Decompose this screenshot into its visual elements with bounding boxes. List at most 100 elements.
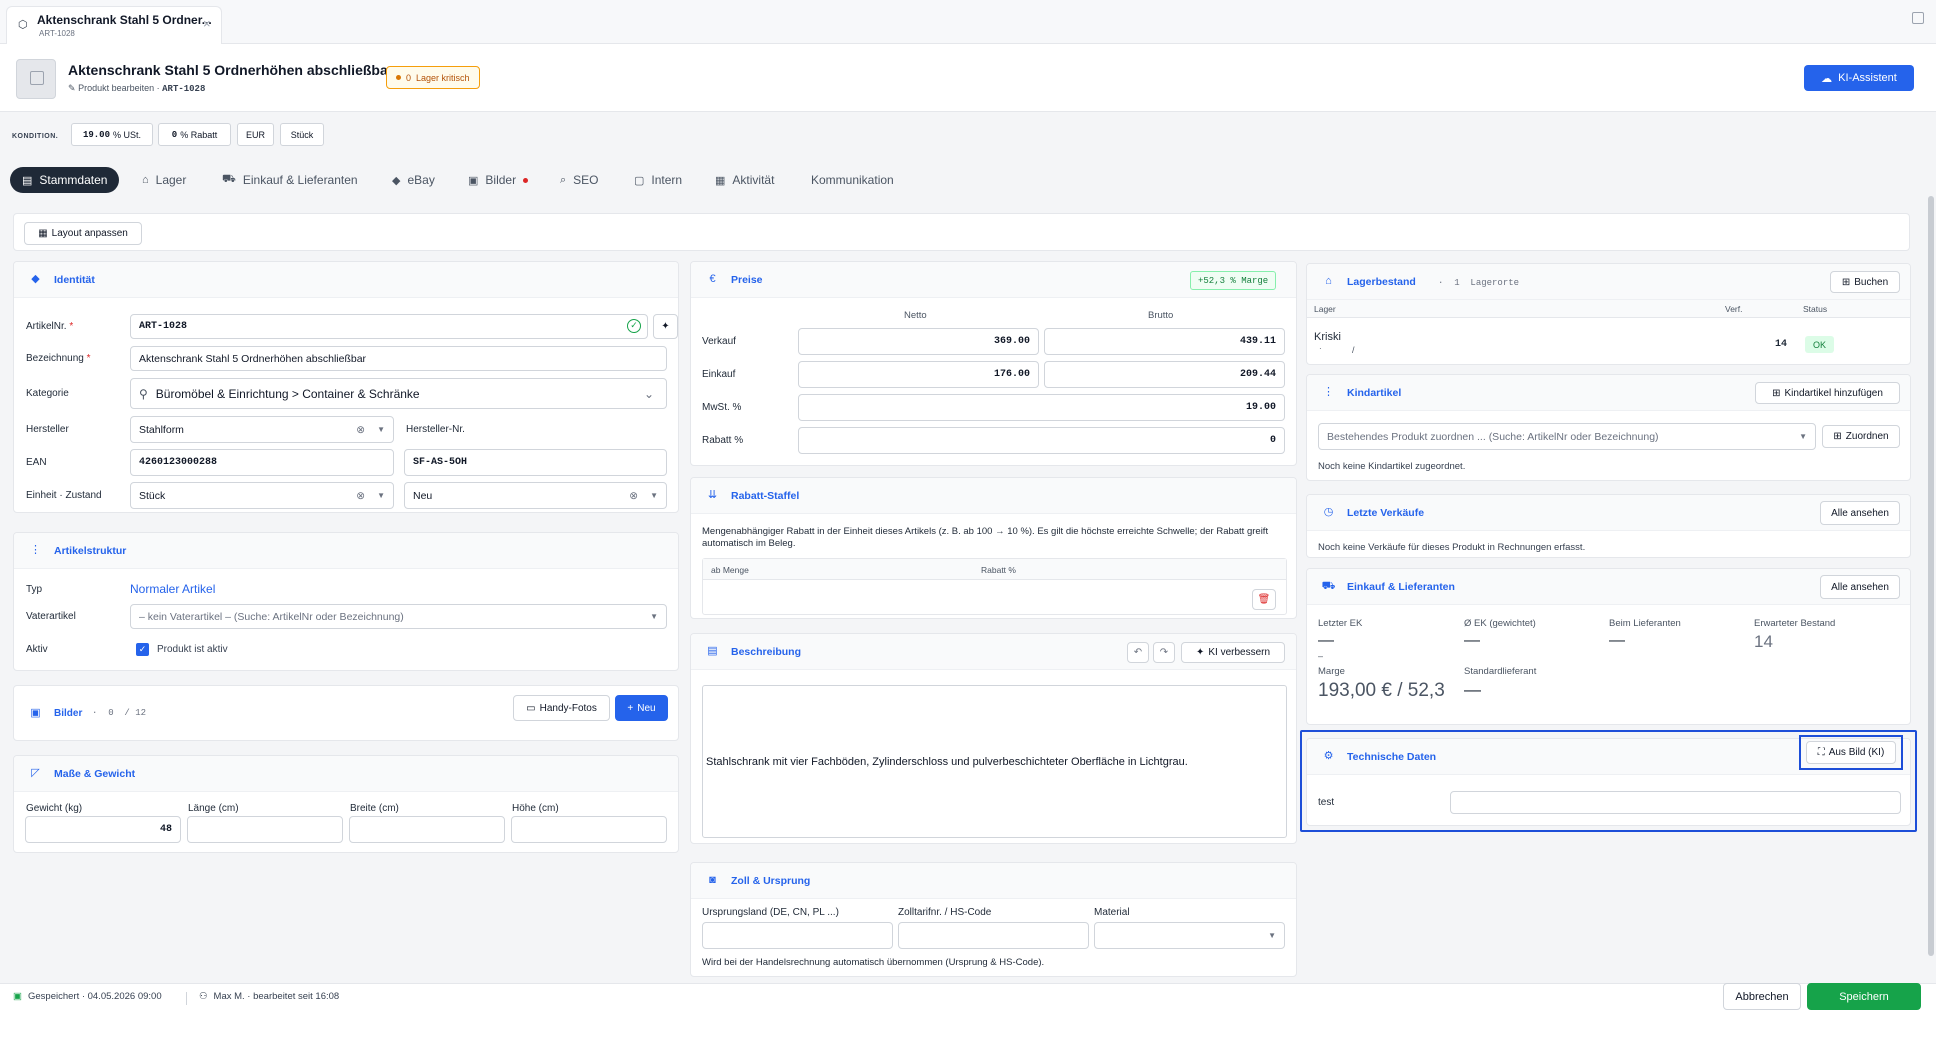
masse-card: ◸ Maße & Gewicht Gewicht (kg) Länge (cm)… <box>13 755 679 853</box>
hersteller-value: Stahlform <box>139 423 184 436</box>
lager-row-name[interactable]: Kriski <box>1314 331 1341 343</box>
kindartikel-hinzufuegen-button[interactable]: ⊞ Kindartikel hinzufügen <box>1755 382 1900 404</box>
tab-aktivitaet[interactable]: ▦ Aktivität <box>715 167 774 193</box>
artikelnr-input[interactable]: ART-1028 <box>130 314 648 339</box>
gear-icon: ⚙ <box>1323 750 1334 762</box>
warning-dot-icon <box>396 75 401 80</box>
cancel-button[interactable]: Abbrechen <box>1723 983 1801 1010</box>
ean-input[interactable]: 4260123000288 <box>130 449 394 476</box>
verkaeufe-alle-button[interactable]: Alle ansehen <box>1820 501 1900 525</box>
lagerorte-count-value: 1 <box>1454 278 1460 288</box>
bild-neu-label: Neu <box>637 702 656 714</box>
handy-fotos-button[interactable]: ▭ Handy-Fotos <box>513 695 610 721</box>
ust-unit: % USt. <box>113 129 142 140</box>
artikelnr-value: ART-1028 <box>139 321 188 332</box>
clear-icon[interactable]: ⊗ <box>356 424 365 436</box>
typ-label: Typ <box>26 584 43 595</box>
scrollbar-thumb[interactable] <box>1928 196 1934 956</box>
vaterartikel-select[interactable]: – kein Vaterartikel – (Suche: ArtikelNr … <box>130 604 667 629</box>
ki-verbessern-button[interactable]: ✦ KI verbessern <box>1181 642 1285 663</box>
bild-neu-button[interactable]: + Neu <box>615 695 668 721</box>
ki-assistant-button[interactable]: ☁ KI-Assistent <box>1804 65 1914 91</box>
file-icon: ▢ <box>634 174 645 187</box>
window-restore-icon[interactable] <box>1912 12 1924 24</box>
rabatt-input[interactable]: 0 <box>798 427 1285 454</box>
zuordnen-button[interactable]: ⊞ Zuordnen <box>1822 425 1900 448</box>
marge-badge: +52,3 % Marge <box>1190 271 1277 290</box>
tab-stammdaten[interactable]: ▤ Stammdaten <box>10 167 120 193</box>
hersteller-select[interactable]: Stahlform ⊗ ▼ <box>130 416 394 443</box>
einkauf-netto-input[interactable]: 176.00 <box>798 361 1039 388</box>
ek-gewichtet-label: Ø EK (gewichtet) <box>1464 618 1536 629</box>
tab-seo[interactable]: ⌕ SEO <box>560 167 599 193</box>
zolltarif-input[interactable] <box>898 922 1089 949</box>
activity-icon: ▦ <box>715 174 726 187</box>
phone-icon: ▭ <box>526 702 536 714</box>
herstellernr-input[interactable]: SF-AS-5OH <box>404 449 667 476</box>
tab-ebay[interactable]: ◆ eBay <box>392 167 435 193</box>
cube-icon: ⬡ <box>18 19 28 31</box>
clear-icon[interactable]: ⊗ <box>629 490 638 502</box>
save-button[interactable]: Speichern <box>1807 983 1921 1010</box>
layout-anpassen-button[interactable]: ▦ Layout anpassen <box>24 222 142 245</box>
ust-chip[interactable]: 19.00% USt. <box>71 123 153 146</box>
dropdown-arrow-icon: ▼ <box>650 612 658 621</box>
redo-button[interactable]: ↷ <box>1153 642 1175 663</box>
lagerorte-count: · 1 Lagerorte <box>1438 278 1520 288</box>
bilder-count: · 0 / 12 <box>92 708 147 718</box>
product-thumbnail[interactable] <box>16 59 56 99</box>
beschreibung-editor[interactable]: Stahlschrank mit vier Fachböden, Zylinde… <box>702 685 1287 838</box>
plus-box-icon: ⊞ <box>1841 276 1851 288</box>
close-icon[interactable]: × <box>203 16 211 31</box>
kindartikel-search-select[interactable]: Bestehendes Produkt zuordnen ... (Suche:… <box>1318 423 1816 450</box>
bilder-max-value: 12 <box>135 708 147 718</box>
verkauf-netto-input[interactable]: 369.00 <box>798 328 1039 355</box>
breite-label: Breite (cm) <box>350 803 399 814</box>
currency-chip[interactable]: EUR <box>237 123 274 146</box>
zoll-title: Zoll & Ursprung <box>731 875 811 887</box>
rabatt-chip[interactable]: 0% Rabatt <box>158 123 231 146</box>
clear-icon[interactable]: ⊗ <box>356 490 365 502</box>
document-tab[interactable]: ⬡ Aktenschrank Stahl 5 Ordner... ART-102… <box>6 6 222 44</box>
verkauf-brutto-input[interactable]: 439.11 <box>1044 328 1285 355</box>
einheit-select[interactable]: Stück ⊗ ▼ <box>130 482 394 509</box>
tab-bilder[interactable]: ▣ Bilder <box>468 167 529 193</box>
erwarteter-bestand-value: 14 <box>1754 632 1773 651</box>
tab-intern[interactable]: ▢ Intern <box>634 167 682 193</box>
typ-value-link[interactable]: Normaler Artikel <box>130 582 215 596</box>
page-title: Aktenschrank Stahl 5 Ordnerhöhen abschli… <box>68 62 394 78</box>
laenge-input[interactable] <box>187 816 343 843</box>
vaterartikel-placeholder: – kein Vaterartikel – (Suche: ArtikelNr … <box>139 610 404 623</box>
tab-kommunikation[interactable]: Kommunikation <box>811 167 894 193</box>
generate-artikelnr-button[interactable]: ✦ <box>653 314 678 339</box>
zustand-select[interactable]: Neu ⊗ ▼ <box>404 482 667 509</box>
redo-icon: ↷ <box>1159 647 1169 658</box>
unit-chip[interactable]: Stück <box>280 123 324 146</box>
aus-bild-ki-button[interactable]: ⛶ Aus Bild (KI) <box>1806 741 1896 764</box>
ust-value: 19.00 <box>82 129 110 140</box>
aktiv-checkbox[interactable]: ✓ <box>136 643 149 656</box>
einkauf-alle-button[interactable]: Alle ansehen <box>1820 575 1900 599</box>
footer-divider <box>186 992 187 1005</box>
delete-row-button[interactable]: 🗑 <box>1252 589 1276 610</box>
layout-icon: ▦ <box>38 228 48 239</box>
buchen-button[interactable]: ⊞ Buchen <box>1830 271 1900 293</box>
material-select[interactable]: ▼ <box>1094 922 1285 949</box>
hoehe-input[interactable] <box>511 816 667 843</box>
kategorie-select[interactable]: ⚲ Büromöbel & Einrichtung > Container & S… <box>130 378 667 409</box>
bezeichnung-input[interactable]: Aktenschrank Stahl 5 Ordnerhöhen abschli… <box>130 346 667 371</box>
einkauf-label: Einkauf <box>702 369 736 380</box>
tech-row-value-input[interactable] <box>1450 791 1901 814</box>
dropdown-arrow-icon: ▼ <box>377 491 385 500</box>
gewicht-input[interactable]: 48 <box>25 816 181 843</box>
breite-input[interactable] <box>349 816 505 843</box>
tab-einkauf[interactable]: ⛟ Einkauf & Lieferanten <box>222 167 358 193</box>
einkauf-brutto-input[interactable]: 209.44 <box>1044 361 1285 388</box>
beim-lieferanten-label: Beim Lieferanten <box>1609 618 1681 629</box>
undo-button[interactable]: ↶ <box>1127 642 1149 663</box>
ursprung-input[interactable] <box>702 922 893 949</box>
lager-row-sub2: / <box>1352 345 1355 355</box>
preise-title: Preise <box>731 274 763 286</box>
mwst-input[interactable]: 19.00 <box>798 394 1285 421</box>
tab-lager[interactable]: ⌂ Lager <box>142 167 186 193</box>
